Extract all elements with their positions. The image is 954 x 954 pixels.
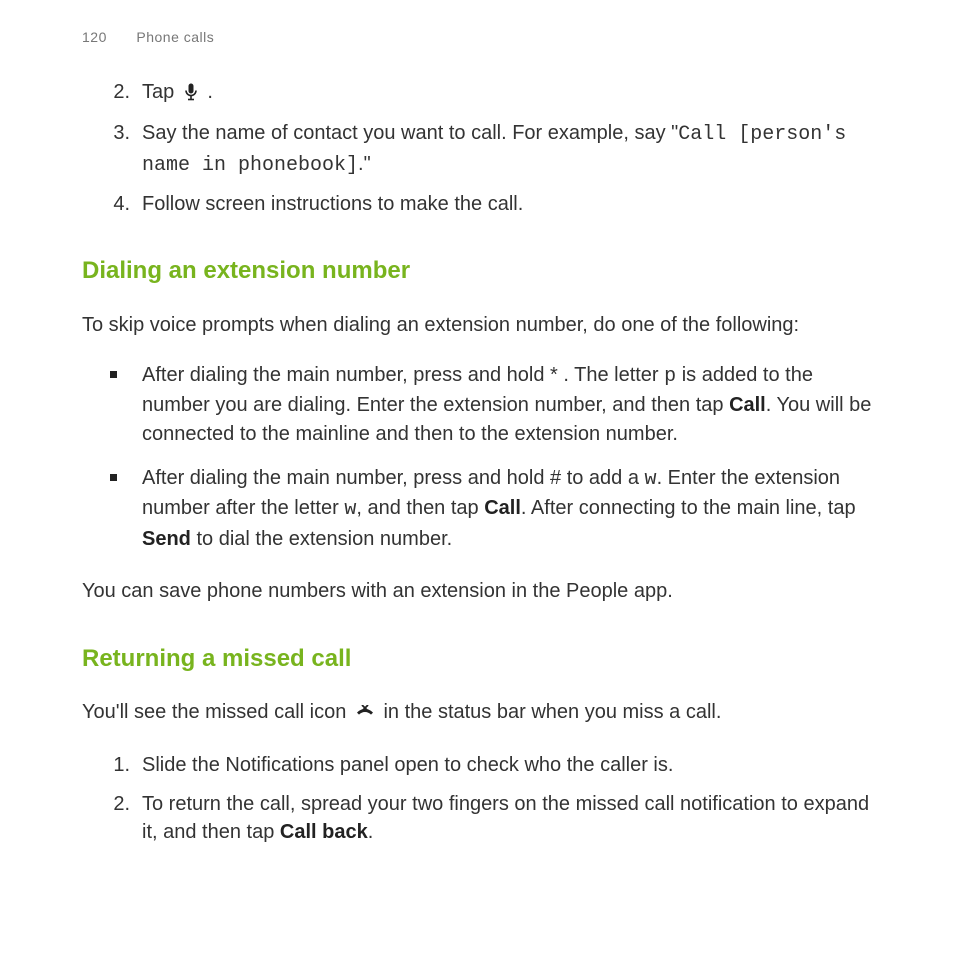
- missed-step-1-text: Slide the Notifications panel open to ch…: [142, 754, 673, 776]
- step-2-text-suffix: .: [202, 81, 213, 103]
- step-4: Follow screen instructions to make the c…: [136, 190, 872, 218]
- missed-step-1: Slide the Notifications panel open to ch…: [136, 751, 872, 779]
- step-4-text: Follow screen instructions to make the c…: [142, 193, 523, 215]
- b2-text-e: to dial the extension number.: [191, 528, 452, 550]
- missed-step-2-callback: Call back: [280, 821, 368, 843]
- b1-call-label: Call: [729, 394, 766, 416]
- b2-text-d: . After connecting to the main line, tap: [521, 497, 856, 519]
- dial-ext-outro: You can save phone numbers with an exten…: [82, 577, 872, 605]
- missed-step-2-b: .: [368, 821, 374, 843]
- dial-ext-bullet-2: After dialing the main number, press and…: [136, 464, 872, 553]
- b2-call-label: Call: [484, 497, 521, 519]
- heading-dialing-extension: Dialing an extension number: [82, 254, 872, 288]
- missed-call-icon: [356, 701, 374, 729]
- dial-ext-bullets: After dialing the main number, press and…: [82, 361, 872, 553]
- b2-letter-w1: w: [645, 468, 657, 491]
- b2-text-a: After dialing the main number, press and…: [142, 467, 645, 489]
- step-3-text-a: Say the name of contact you want to call…: [142, 122, 678, 144]
- missed-intro: You'll see the missed call icon in the s…: [82, 698, 872, 729]
- missed-intro-a: You'll see the missed call icon: [82, 701, 352, 723]
- step-2-text-prefix: Tap: [142, 81, 180, 103]
- step-3: Say the name of contact you want to call…: [136, 119, 872, 180]
- missed-intro-b: in the status bar when you miss a call.: [378, 701, 722, 723]
- missed-call-steps: Slide the Notifications panel open to ch…: [82, 751, 872, 846]
- voice-call-steps: Tap . Say the name of contact you want t…: [82, 78, 872, 219]
- b1-text-a: After dialing the main number, press and…: [142, 364, 664, 386]
- b2-send-label: Send: [142, 528, 191, 550]
- heading-returning-missed-call: Returning a missed call: [82, 642, 872, 676]
- step-2: Tap .: [136, 78, 872, 109]
- page-header: 120 Phone calls: [82, 28, 872, 48]
- document-page: 120 Phone calls Tap . Say the name of co…: [0, 0, 954, 934]
- mic-icon: [184, 81, 198, 109]
- b2-text-c: , and then tap: [356, 497, 484, 519]
- missed-step-2-a: To return the call, spread your two fing…: [142, 793, 869, 843]
- b1-letter-p: p: [664, 365, 676, 388]
- header-section-title: Phone calls: [136, 29, 214, 45]
- missed-step-2: To return the call, spread your two fing…: [136, 790, 872, 847]
- dial-ext-bullet-1: After dialing the main number, press and…: [136, 361, 872, 448]
- b2-letter-w2: w: [344, 498, 356, 521]
- step-3-text-b: .": [358, 153, 371, 175]
- page-number: 120: [82, 28, 132, 48]
- dial-ext-intro: To skip voice prompts when dialing an ex…: [82, 311, 872, 339]
